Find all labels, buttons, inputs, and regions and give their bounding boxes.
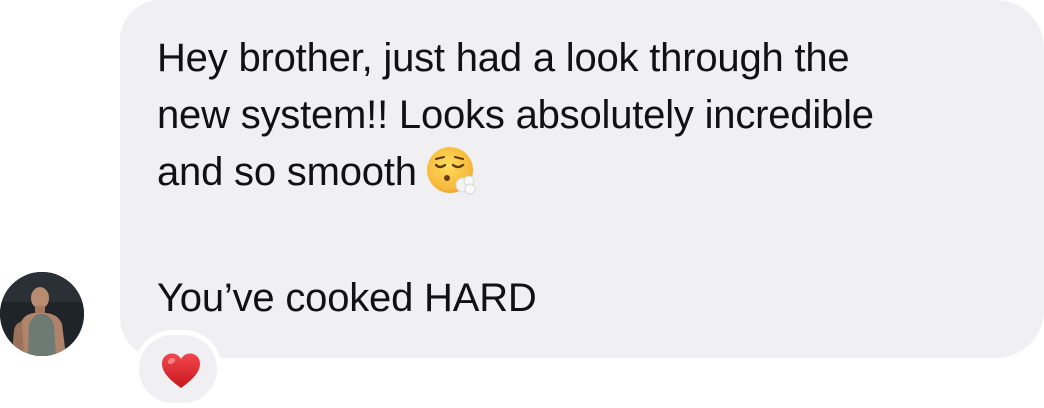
message-bubble[interactable]: Hey brother, just had a look through the…: [120, 0, 1044, 358]
message-line: new system!! Looks absolutely incredible: [157, 93, 874, 137]
avatar[interactable]: [0, 272, 84, 356]
avatar-photo: [0, 272, 84, 356]
reaction-badge[interactable]: [134, 330, 222, 408]
face-exhaling-icon: [425, 145, 477, 213]
red-heart-icon: [162, 353, 200, 388]
message-line: Hey brother, just had a look through the: [157, 36, 850, 80]
message-line: You’ve cooked HARD: [157, 276, 537, 320]
message-line: and so smooth: [157, 144, 1014, 213]
message-line-text: and so smooth: [157, 150, 417, 194]
